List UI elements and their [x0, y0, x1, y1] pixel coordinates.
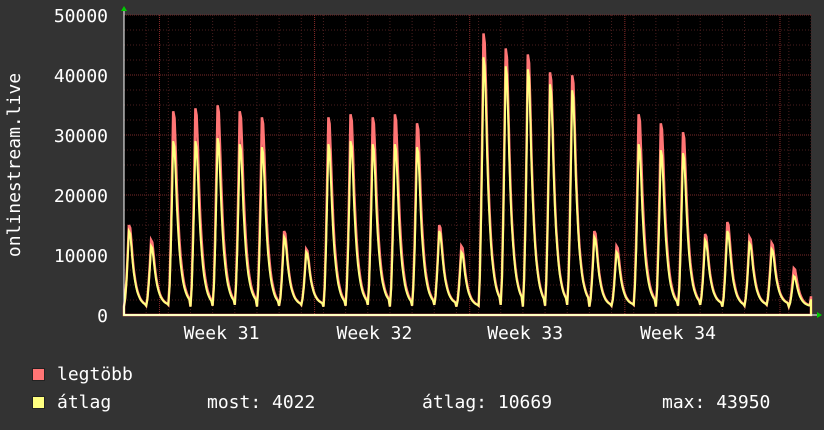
stat-current: most: 4022 — [207, 392, 315, 413]
stat-maximum-label: max: — [662, 392, 706, 413]
legend-swatch-avg — [32, 395, 45, 409]
stat-current-value: 4022 — [272, 392, 316, 413]
legend-label-avg: átlag — [57, 391, 112, 413]
x-tick-label: Week 32 — [336, 323, 412, 344]
x-tick-label: Week 31 — [184, 323, 260, 344]
x-axis-arrow — [817, 312, 822, 318]
y-tick-label: 50000 — [54, 6, 108, 27]
y-tick-labels: 0 10000 20000 30000 40000 50000 — [54, 6, 108, 327]
traffic-chart: 01000020000300004000050000 Week 31 Week 3… — [4, 6, 822, 344]
y-tick-label: 40000 — [54, 66, 108, 87]
legend-item-avg: átlag — [32, 391, 112, 413]
legend-swatch-max — [32, 367, 45, 381]
legend-item-max: legtöbb — [32, 363, 133, 385]
x-tick-labels: Week 31 Week 32 Week 33 Week 34 — [184, 323, 716, 344]
stat-current-label: most: — [207, 392, 262, 413]
chart-stage: 0 10000 20000 30000 40000 50000 Week 31 Week 3… — [0, 0, 824, 430]
stat-average-label: átlag: — [422, 392, 488, 413]
y-tick-label: 0 — [97, 306, 108, 327]
y-axis-label: onlinestream.live — [4, 73, 25, 257]
legend-label-max: legtöbb — [57, 363, 133, 385]
y-tick-label: 10000 — [54, 246, 108, 267]
x-tick-label: Week 34 — [640, 323, 716, 344]
stat-maximum-value: 43950 — [716, 392, 771, 413]
stat-average: átlag: 10669 — [422, 392, 552, 413]
y-tick-label: 30000 — [54, 126, 108, 147]
y-axis-arrow — [121, 6, 127, 11]
y-tick-label: 20000 — [54, 186, 108, 207]
stat-maximum: max: 43950 — [662, 392, 770, 413]
stat-average-value: 10669 — [497, 392, 553, 413]
x-tick-label: Week 33 — [487, 323, 563, 344]
